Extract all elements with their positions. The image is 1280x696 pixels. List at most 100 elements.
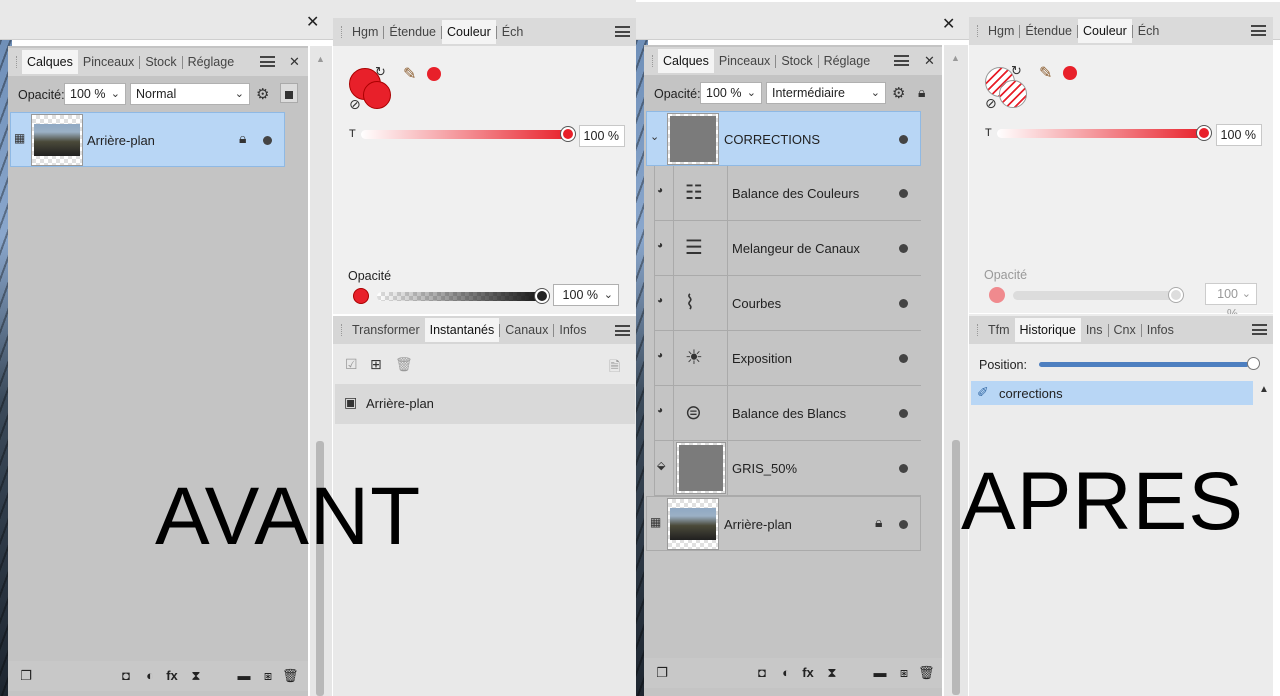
tab-ech[interactable]: Éch [1133,19,1165,43]
layer-row[interactable]: ◕ ☀ Exposition [654,331,921,386]
tab-couleur[interactable]: Couleur [441,20,496,44]
panel-menu-icon[interactable] [615,325,630,336]
tab-calques[interactable]: Calques [22,50,78,74]
blend-mode-select[interactable]: Intermédiaire ⌄ [766,82,886,104]
visibility-dot[interactable] [899,464,908,473]
stroke-swatch[interactable] [363,81,391,109]
visibility-dot[interactable] [899,520,908,529]
add-layer-icon[interactable]: ⧆ [260,668,276,684]
tint-value[interactable]: 100 % [1216,124,1262,146]
mask-icon[interactable]: ◘ [118,668,134,684]
tint-knob[interactable] [561,127,575,141]
opacity-select[interactable]: 100 %⌄ [553,284,619,306]
tab-hgm[interactable]: Hgm [983,19,1019,43]
tab-tfm[interactable]: Tfm [983,318,1015,342]
opacity-slider[interactable] [377,292,545,301]
none-icon[interactable]: ⊘ [985,95,997,112]
swap-icon[interactable]: ↻ [1011,63,1022,79]
layer-row[interactable]: ⬙ GRIS_50% [654,441,921,496]
none-icon[interactable]: ⊘ [349,96,361,113]
new-document-icon[interactable]: 🗎 [609,356,620,380]
tab-reglage[interactable]: Réglage [819,49,876,73]
panel-menu-icon[interactable] [1252,324,1267,335]
lock-icon[interactable]: 🔒︎ [239,130,246,147]
add-snapshot-icon[interactable]: ⊞ [370,356,382,373]
close-panel-icon[interactable]: ✕ [924,53,935,69]
tint-slider[interactable] [997,129,1205,138]
tab-etendue[interactable]: Étendue [384,20,441,44]
add-layer-icon[interactable]: ⧆ [896,665,912,681]
opacity-knob[interactable] [535,289,549,303]
tab-pinceaux[interactable]: Pinceaux [714,49,775,73]
grip-icon[interactable] [16,56,18,68]
visibility-dot[interactable] [899,409,908,418]
tab-stock[interactable]: Stock [140,50,181,74]
chevron-down-icon[interactable]: ⌄ [650,130,659,143]
opacity-slider[interactable] [1013,291,1181,300]
tab-stock[interactable]: Stock [776,49,817,73]
layer-stack-icon[interactable]: ❐ [18,668,34,684]
tint-knob[interactable] [1197,126,1211,140]
visibility-dot[interactable] [899,299,908,308]
folder-icon[interactable]: ▬ [872,665,888,681]
layer-row[interactable]: ◕ ☰ Melangeur de Canaux [654,221,921,276]
opacity-select[interactable]: 100 %⌄ [64,83,126,105]
trash-icon[interactable]: 🗑︎ [395,356,413,373]
folder-icon[interactable]: ▬ [236,668,252,684]
tab-infos[interactable]: Infos [1142,318,1179,342]
visibility-dot[interactable] [899,189,908,198]
visibility-dot[interactable] [899,244,908,253]
close-icon[interactable]: ✕ [942,14,955,34]
layer-row[interactable]: ◕ ⊜ Balance des Blancs [654,386,921,441]
panel-menu-icon[interactable] [894,55,909,66]
eyedropper-icon[interactable]: ✎ [1039,63,1052,83]
layer-row[interactable]: ▦ Arrière-plan 🔒︎ [10,112,285,167]
tab-ech[interactable]: Éch [497,20,529,44]
adjustment-icon[interactable]: ◐ [778,665,794,681]
trash-icon[interactable]: 🗑︎ [282,668,299,684]
opacity-select[interactable]: 100 %⌄ [1205,283,1257,321]
tab-hgm[interactable]: Hgm [347,20,383,44]
lock-toggle[interactable] [280,83,298,103]
adjustment-icon[interactable]: ◐ [142,668,158,684]
tab-reglage[interactable]: Réglage [183,50,240,74]
layer-row[interactable]: ◕ ☷ Balance des Couleurs [654,166,921,221]
scrollbar[interactable]: ▲ [944,45,968,696]
eyedropper-icon[interactable]: ✎ [403,64,416,84]
visibility-dot[interactable] [899,354,908,363]
gear-icon[interactable]: ⚙ [256,85,269,103]
close-icon[interactable]: ✕ [306,12,319,32]
mask-icon[interactable]: ◘ [754,665,770,681]
tab-historique[interactable]: Historique [1014,318,1081,342]
tint-slider[interactable] [361,130,569,139]
tab-cnx[interactable]: Cnx [1109,318,1141,342]
opacity-select[interactable]: 100 %⌄ [700,82,762,104]
layer-row[interactable]: ◕ ⌇ Courbes [654,276,921,331]
panel-menu-icon[interactable] [260,56,275,67]
gear-icon[interactable]: ⚙ [892,84,905,102]
tab-instantanes[interactable]: Instantanés [424,318,500,342]
fx-icon[interactable]: fx [164,668,180,684]
tab-canaux[interactable]: Canaux [500,318,553,342]
panel-menu-icon[interactable] [1251,25,1266,36]
tab-etendue[interactable]: Étendue [1020,19,1077,43]
panel-menu-icon[interactable] [615,26,630,37]
position-slider[interactable] [1039,362,1249,367]
tab-calques[interactable]: Calques [658,49,714,73]
layer-row-group[interactable]: ⌄ CORRECTIONS [646,111,921,166]
tab-pinceaux[interactable]: Pinceaux [78,50,139,74]
trash-icon[interactable]: 🗑︎ [918,665,935,681]
blend-mode-select[interactable]: Normal ⌄ [130,83,250,105]
tint-value[interactable]: 100 % [579,125,625,147]
live-filter-icon[interactable]: ⧗ [824,665,840,681]
live-filter-icon[interactable]: ⧗ [188,668,204,684]
tab-ins[interactable]: Ins [1081,318,1108,342]
visibility-dot[interactable] [263,136,272,145]
opacity-knob[interactable] [1169,288,1183,302]
tab-infos[interactable]: Infos [554,318,591,342]
lock-icon[interactable]: 🔒︎ [875,514,882,531]
layer-stack-icon[interactable]: ❐ [654,665,670,681]
stroke-swatch[interactable] [999,80,1027,108]
fx-icon[interactable]: fx [800,665,816,681]
swap-icon[interactable]: ↻ [375,64,386,80]
